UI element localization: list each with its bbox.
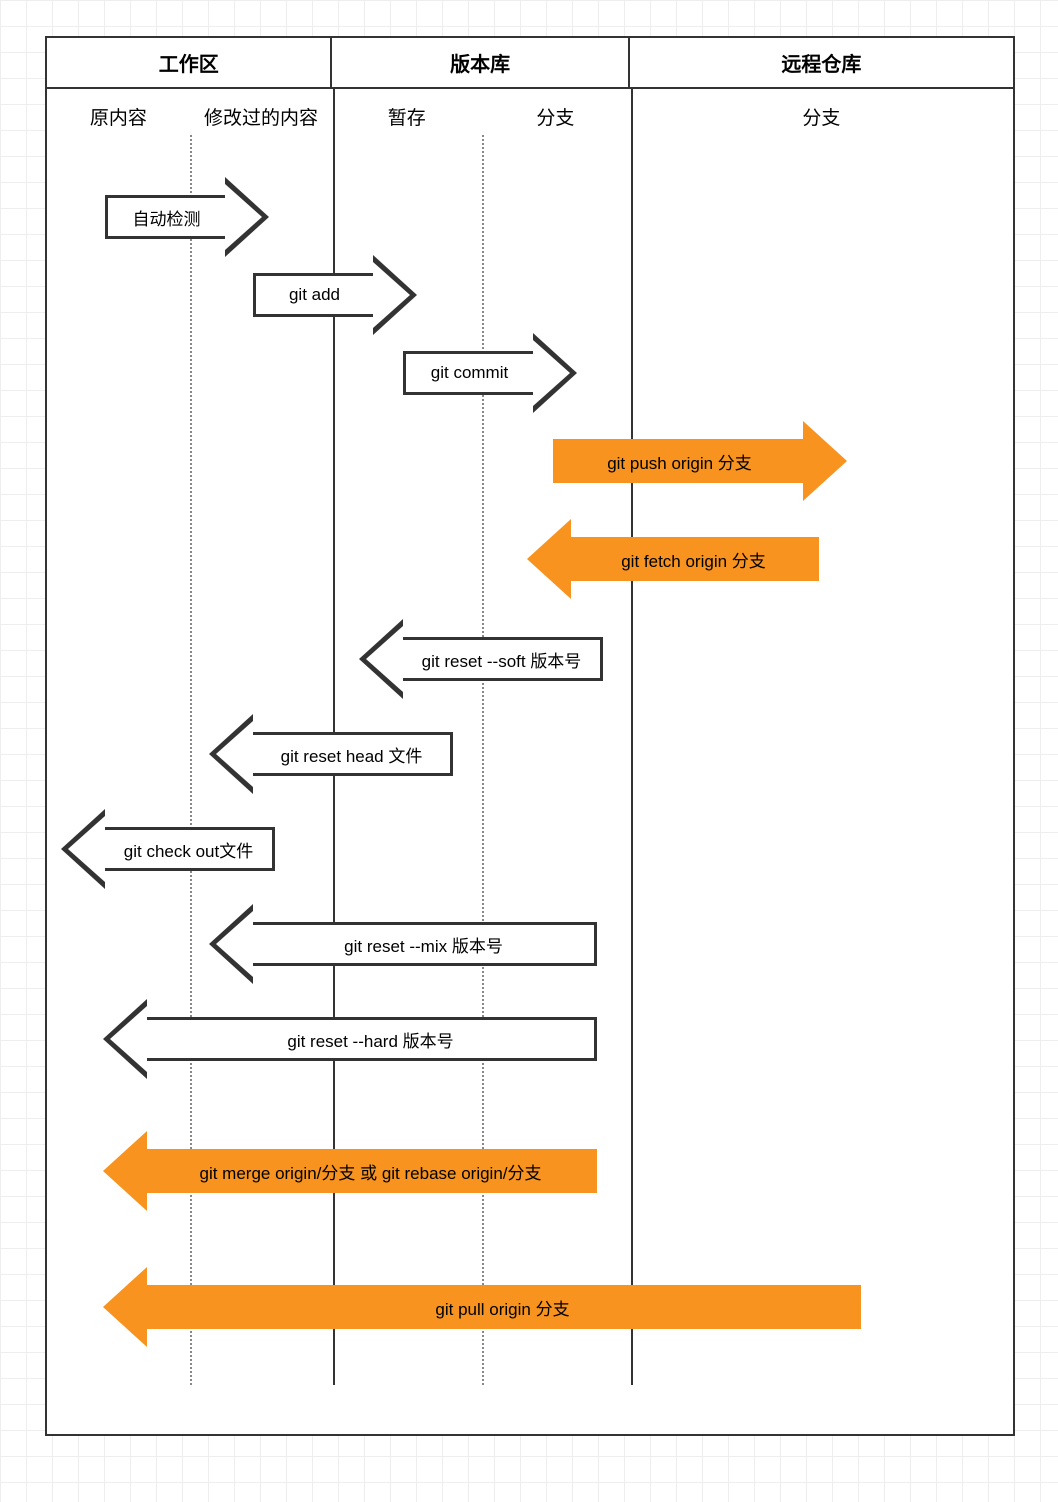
subheader-branch-local: 分支 [481, 89, 630, 139]
divider-solid-2 [631, 89, 633, 1385]
arrow-head-left-icon [209, 714, 253, 794]
arrow-label: git reset --mix 版本号 [253, 922, 597, 966]
subheader-original: 原内容 [47, 89, 190, 139]
arrow-head-left-icon [527, 519, 571, 599]
git-workflow-diagram: 工作区 版本库 远程仓库 原内容 修改过的内容 暂存 分支 分支 自动检测 gi… [45, 36, 1015, 1436]
subheader-row: 原内容 修改过的内容 暂存 分支 分支 [47, 89, 1013, 139]
arrow-git-commit: git commit [403, 333, 577, 413]
arrow-label: git reset --hard 版本号 [147, 1017, 597, 1061]
arrow-reset-head: git reset head 文件 [209, 714, 453, 794]
arrow-label: git push origin 分支 [553, 439, 803, 483]
arrow-head-left-icon [103, 999, 147, 1079]
arrow-label: 自动检测 [105, 195, 225, 239]
diagram-body: 原内容 修改过的内容 暂存 分支 分支 自动检测 git add git com… [47, 89, 1013, 1385]
arrow-label: git merge origin/分支 或 git rebase origin/… [147, 1149, 597, 1193]
arrow-reset-hard: git reset --hard 版本号 [103, 999, 597, 1079]
header-row: 工作区 版本库 远程仓库 [47, 38, 1013, 89]
arrow-label: git fetch origin 分支 [571, 537, 819, 581]
arrow-label: git commit [403, 351, 533, 395]
arrow-head-right-icon [373, 255, 417, 335]
arrow-head-right-icon [225, 177, 269, 257]
arrow-label: git add [253, 273, 373, 317]
arrow-head-left-icon [359, 619, 403, 699]
arrow-label: git reset head 文件 [253, 732, 453, 776]
subheader-branch-remote: 分支 [630, 89, 1013, 139]
arrow-head-left-icon [61, 809, 105, 889]
subheader-modified: 修改过的内容 [190, 89, 333, 139]
arrow-head-right-icon [803, 421, 847, 501]
arrow-label: git reset --soft 版本号 [403, 637, 603, 681]
arrow-git-fetch: git fetch origin 分支 [527, 519, 819, 599]
arrow-merge-rebase: git merge origin/分支 或 git rebase origin/… [103, 1131, 597, 1211]
header-remote: 远程仓库 [630, 38, 1013, 87]
arrow-checkout: git check out文件 [61, 809, 275, 889]
arrow-label: git check out文件 [105, 827, 275, 871]
arrow-head-left-icon [103, 1267, 147, 1347]
arrow-reset-mix: git reset --mix 版本号 [209, 904, 597, 984]
arrow-git-add: git add [253, 255, 417, 335]
header-working-area: 工作区 [47, 38, 332, 87]
arrow-auto-detect: 自动检测 [105, 177, 269, 257]
header-repository: 版本库 [332, 38, 629, 87]
subheader-staged: 暂存 [332, 89, 481, 139]
arrow-reset-soft: git reset --soft 版本号 [359, 619, 603, 699]
arrow-head-right-icon [533, 333, 577, 413]
arrow-git-pull: git pull origin 分支 [103, 1267, 861, 1347]
arrow-head-left-icon [209, 904, 253, 984]
arrow-head-left-icon [103, 1131, 147, 1211]
arrow-label: git pull origin 分支 [147, 1285, 861, 1329]
arrow-git-push: git push origin 分支 [553, 421, 847, 501]
